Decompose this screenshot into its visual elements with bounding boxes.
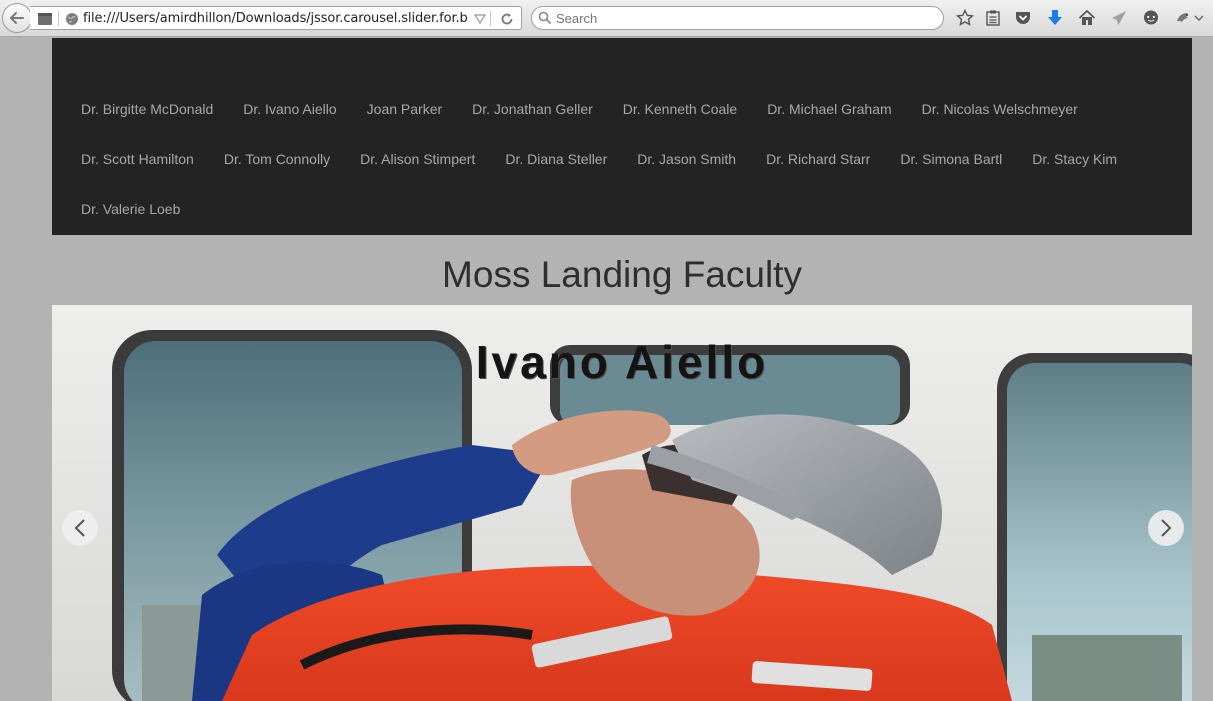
nav-link-faculty[interactable]: Dr. Richard Starr bbox=[751, 151, 885, 167]
page-title: Moss Landing Faculty bbox=[442, 254, 802, 295]
nav-link-faculty[interactable]: Dr. Tom Connolly bbox=[209, 151, 345, 167]
home-icon[interactable] bbox=[1076, 8, 1098, 28]
nav-link-faculty[interactable]: Dr. Jason Smith bbox=[622, 151, 751, 167]
nav-link-faculty[interactable]: Dr. Michael Graham bbox=[752, 101, 906, 117]
nav-link-faculty[interactable]: Dr. Valerie Loeb bbox=[66, 201, 195, 217]
downloads-icon[interactable] bbox=[1044, 8, 1066, 28]
chevron-left-icon bbox=[74, 519, 85, 537]
menu-chevron-icon[interactable] bbox=[1192, 8, 1206, 28]
url-bar[interactable]: file:///Users/amirdhillon/Downloads/jsso… bbox=[30, 6, 522, 30]
globe-icon[interactable] bbox=[65, 12, 79, 26]
nav-link-faculty[interactable]: Dr. Scott Hamilton bbox=[66, 151, 209, 167]
nav-row: Dr. Birgitte McDonald Dr. Ivano Aiello Joa… bbox=[66, 84, 1186, 134]
reload-icon[interactable] bbox=[499, 11, 515, 27]
browser-toolbar: file:///Users/amirdhillon/Downloads/jsso… bbox=[0, 0, 1213, 37]
reading-list-icon[interactable] bbox=[982, 8, 1004, 28]
faculty-nav-list: Dr. Birgitte McDonald Dr. Ivano Aiello Joa… bbox=[66, 84, 1186, 234]
url-separator bbox=[58, 11, 59, 26]
carousel-prev-button[interactable] bbox=[62, 510, 98, 546]
back-button[interactable] bbox=[2, 3, 32, 33]
nav-link-faculty[interactable]: Joan Parker bbox=[352, 101, 457, 117]
nav-link-faculty[interactable]: Dr. Birgitte McDonald bbox=[66, 101, 228, 117]
faculty-navbar: Dr. Birgitte McDonald Dr. Ivano Aiello Joa… bbox=[52, 38, 1192, 235]
nav-row: Dr. Valerie Loeb bbox=[66, 184, 1186, 234]
carousel-next-button[interactable] bbox=[1148, 510, 1184, 546]
dropdown-icon[interactable] bbox=[474, 14, 486, 24]
search-bar[interactable] bbox=[531, 6, 944, 30]
chat-icon[interactable] bbox=[1140, 8, 1162, 28]
nav-link-faculty[interactable]: Dr. Nicolas Welschmeyer bbox=[907, 101, 1093, 117]
slide-caption: Ivano Aiello bbox=[475, 336, 769, 388]
nav-link-faculty[interactable]: Dr. Kenneth Coale bbox=[608, 101, 752, 117]
nav-link-faculty[interactable]: Dr. Diana Steller bbox=[490, 151, 622, 167]
nav-link-faculty[interactable]: Dr. Simona Bartl bbox=[885, 151, 1017, 167]
nav-link-faculty[interactable]: Dr. Ivano Aiello bbox=[228, 101, 351, 117]
faculty-carousel[interactable]: Ivano Aiello bbox=[52, 305, 1192, 701]
extension-icon[interactable] bbox=[1172, 8, 1194, 28]
nav-link-faculty[interactable]: Dr. Alison Stimpert bbox=[345, 151, 490, 167]
pocket-icon[interactable] bbox=[1012, 8, 1034, 28]
bookmark-star-icon[interactable] bbox=[954, 8, 976, 28]
back-icon bbox=[10, 12, 24, 24]
nav-link-faculty[interactable]: Dr. Stacy Kim bbox=[1017, 151, 1132, 167]
page-icon[interactable] bbox=[36, 12, 58, 26]
url-text[interactable]: file:///Users/amirdhillon/Downloads/jsso… bbox=[83, 11, 468, 26]
url-separator bbox=[490, 11, 491, 26]
chevron-right-icon bbox=[1161, 519, 1172, 537]
nav-link-faculty[interactable]: Dr. Jonathan Geller bbox=[457, 101, 608, 117]
search-icon bbox=[538, 11, 552, 25]
search-input[interactable] bbox=[556, 10, 926, 26]
share-icon[interactable] bbox=[1108, 8, 1130, 28]
nav-row: Dr. Scott Hamilton Dr. Tom Connolly Dr. Al… bbox=[66, 134, 1186, 184]
